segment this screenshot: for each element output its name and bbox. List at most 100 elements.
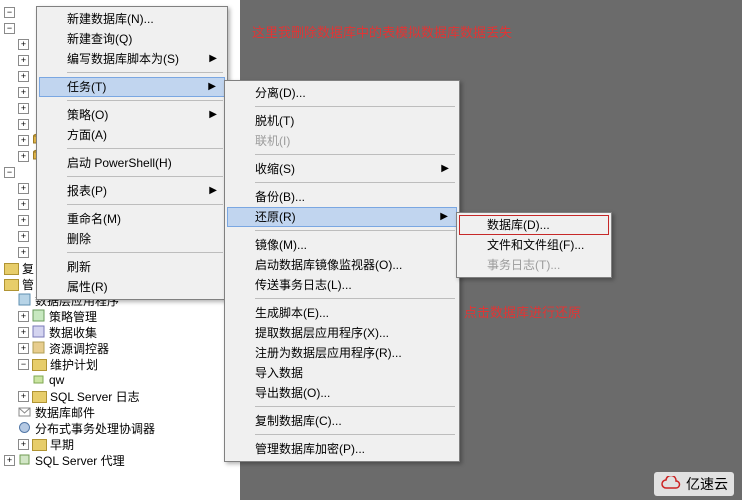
menu-tasks-item[interactable]: 镜像(M)... [227, 235, 457, 255]
expand-icon[interactable]: + [18, 135, 29, 146]
tree-item[interactable]: +资源调控器 [2, 340, 238, 356]
menu-label: 属性(R) [67, 280, 108, 294]
menu-primary-item[interactable]: 任务(T)▶ [39, 77, 225, 97]
menu-primary-item[interactable]: 策略(O)▶ [39, 105, 225, 125]
cloud-icon [660, 476, 682, 492]
menu-primary-item[interactable]: 方面(A) [39, 125, 225, 145]
tree-item[interactable]: + 数据收集 [2, 324, 238, 340]
collapse-icon[interactable]: − [18, 359, 29, 370]
menu-label: 镜像(M)... [255, 238, 307, 252]
menu-label: 分离(D)... [255, 86, 306, 100]
generic-icon [32, 325, 46, 339]
expand-icon[interactable]: + [18, 247, 29, 258]
menu-separator [255, 230, 455, 232]
menu-label: 生成脚本(E)... [255, 306, 329, 320]
menu-primary-item[interactable]: 属性(R) [39, 277, 225, 297]
menu-restore-item: 事务日志(T)... [459, 255, 609, 275]
menu-primary-item[interactable]: 新建数据库(N)... [39, 9, 225, 29]
folder-icon [32, 359, 47, 371]
expand-icon[interactable]: + [18, 71, 29, 82]
menu-tasks-item[interactable]: 收缩(S)▶ [227, 159, 457, 179]
annotation-right: 点击数据库进行还原 [464, 302, 581, 321]
menu-label: 事务日志(T)... [487, 258, 560, 272]
menu-label: 启动 PowerShell(H) [67, 156, 172, 170]
expand-icon[interactable]: + [18, 103, 29, 114]
expand-icon[interactable]: + [18, 391, 29, 402]
expand-icon[interactable]: + [18, 439, 29, 450]
expand-icon[interactable]: + [18, 55, 29, 66]
expand-icon[interactable]: + [18, 39, 29, 50]
menu-label: 刷新 [67, 260, 91, 274]
menu-separator [255, 434, 455, 436]
context-menu-tasks[interactable]: 分离(D)...脱机(T)联机(I)收缩(S)▶备份(B)...还原(R)▶镜像… [224, 80, 460, 462]
menu-tasks-item[interactable]: 复制数据库(C)... [227, 411, 457, 431]
menu-label: 脱机(T) [255, 114, 294, 128]
tree-item[interactable]: qw [2, 372, 238, 388]
menu-tasks-item[interactable]: 启动数据库镜像监视器(O)... [227, 255, 457, 275]
generic-icon [32, 309, 46, 323]
expand-icon[interactable]: + [18, 343, 29, 354]
menu-label: 注册为数据层应用程序(R)... [255, 346, 402, 360]
menu-label: 启动数据库镜像监视器(O)... [255, 258, 402, 272]
menu-tasks-item[interactable]: 注册为数据层应用程序(R)... [227, 343, 457, 363]
folder-icon [32, 391, 47, 403]
collapse-icon[interactable]: − [4, 167, 15, 178]
expand-icon[interactable]: + [4, 455, 15, 466]
submenu-arrow-icon: ▶ [441, 159, 449, 179]
generic-icon [32, 373, 46, 387]
tree-item[interactable]: +SQL Server 日志 [2, 388, 238, 404]
menu-tasks-item: 联机(I) [227, 131, 457, 151]
menu-tasks-item[interactable]: 还原(R)▶ [227, 207, 457, 227]
menu-primary-item[interactable]: 启动 PowerShell(H) [39, 153, 225, 173]
tree-item[interactable]: 分布式事务处理协调器 [2, 420, 238, 436]
expand-icon[interactable]: + [18, 199, 29, 210]
collapse-icon[interactable]: − [4, 23, 15, 34]
menu-tasks-item[interactable]: 传送事务日志(L)... [227, 275, 457, 295]
expand-icon[interactable]: + [18, 311, 29, 322]
menu-primary-item[interactable]: 重命名(M) [39, 209, 225, 229]
submenu-arrow-icon: ▶ [209, 105, 217, 125]
menu-tasks-item[interactable]: 提取数据层应用程序(X)... [227, 323, 457, 343]
expand-icon[interactable]: + [18, 183, 29, 194]
menu-tasks-item[interactable]: 管理数据库加密(P)... [227, 439, 457, 459]
menu-restore-item[interactable]: 数据库(D)... [459, 215, 609, 235]
tree-item[interactable]: +早期 [2, 436, 238, 452]
watermark-text: 亿速云 [686, 474, 728, 494]
menu-primary-item[interactable]: 编写数据库脚本为(S)▶ [39, 49, 225, 69]
expand-icon[interactable]: + [18, 87, 29, 98]
menu-label: 删除 [67, 232, 91, 246]
tree-item[interactable]: +SQL Server 代理 [2, 452, 238, 468]
expand-icon[interactable]: + [18, 119, 29, 130]
agent-icon [18, 453, 32, 467]
menu-tasks-item[interactable]: 生成脚本(E)... [227, 303, 457, 323]
generic-icon [18, 421, 32, 435]
expand-icon[interactable]: + [18, 231, 29, 242]
menu-primary-item[interactable]: 刷新 [39, 257, 225, 277]
menu-tasks-item[interactable]: 备份(B)... [227, 187, 457, 207]
menu-tasks-item[interactable]: 分离(D)... [227, 83, 457, 103]
menu-primary-item[interactable]: 报表(P)▶ [39, 181, 225, 201]
menu-tasks-item[interactable]: 导出数据(O)... [227, 383, 457, 403]
menu-separator [255, 154, 455, 156]
menu-primary-item[interactable]: 删除 [39, 229, 225, 249]
context-menu-restore[interactable]: 数据库(D)...文件和文件组(F)... 事务日志(T)... [456, 212, 612, 278]
menu-tasks-item[interactable]: 脱机(T) [227, 111, 457, 131]
menu-separator [67, 252, 223, 254]
tree-item[interactable]: 数据库邮件 [2, 404, 238, 420]
menu-restore-item[interactable]: 文件和文件组(F)... [459, 235, 609, 255]
expand-icon[interactable]: + [18, 151, 29, 162]
collapse-icon[interactable]: − [4, 7, 15, 18]
menu-primary-item[interactable]: 新建查询(Q) [39, 29, 225, 49]
tree-item[interactable]: −维护计划 [2, 356, 238, 372]
expand-icon[interactable]: + [18, 215, 29, 226]
menu-label: 传送事务日志(L)... [255, 278, 352, 292]
tree-item[interactable]: +策略管理 [2, 308, 238, 324]
tree-label: 数据收集 [49, 324, 97, 341]
expand-icon[interactable]: + [18, 327, 29, 338]
menu-label: 还原(R) [255, 210, 296, 224]
menu-label: 导出数据(O)... [255, 386, 330, 400]
generic-icon [18, 293, 32, 307]
mail-icon [18, 405, 32, 419]
context-menu-primary[interactable]: 新建数据库(N)...新建查询(Q)编写数据库脚本为(S)▶ 任务(T)▶ 策略(O… [36, 6, 228, 300]
menu-tasks-item[interactable]: 导入数据 [227, 363, 457, 383]
